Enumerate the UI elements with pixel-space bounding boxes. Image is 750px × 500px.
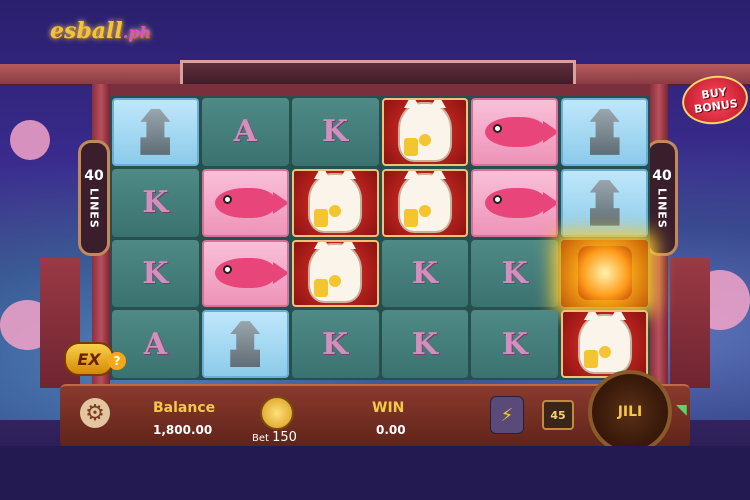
extra-bet-button[interactable]: EX bbox=[64, 342, 114, 376]
koi-fish-icon bbox=[484, 116, 557, 147]
symbol-lantern bbox=[112, 98, 199, 166]
symbol-lucky-cat bbox=[291, 168, 379, 237]
koi-fish-icon bbox=[484, 187, 557, 218]
settings-gear-icon[interactable]: ⚙ bbox=[80, 398, 110, 428]
turbo-lightning-icon[interactable]: ⚡ bbox=[490, 396, 524, 434]
bet-coins-button[interactable] bbox=[260, 396, 294, 430]
symbol-k: K bbox=[112, 168, 199, 237]
symbol-lantern bbox=[561, 98, 648, 166]
symbol-k: K bbox=[471, 310, 559, 378]
symbol-koi-fish bbox=[471, 168, 559, 237]
lucky-cat-icon bbox=[397, 99, 452, 162]
symbol-lucky-cat bbox=[381, 168, 469, 237]
symbol-a: A bbox=[201, 98, 289, 166]
symbol-koi-fish bbox=[201, 239, 289, 308]
lucky-cat-icon bbox=[308, 241, 363, 304]
symbol-lucky-cat bbox=[291, 239, 379, 308]
lucky-cat-icon bbox=[308, 170, 363, 233]
lines-indicator-right: 40 LINES bbox=[646, 140, 678, 256]
lucky-cat-icon bbox=[397, 170, 452, 233]
lantern-icon bbox=[589, 108, 620, 155]
symbol-lantern bbox=[201, 310, 289, 378]
symbol-k: K bbox=[112, 239, 199, 308]
symbol-k: K bbox=[381, 239, 469, 308]
symbol-lucky-cat bbox=[381, 98, 469, 166]
lantern-icon bbox=[140, 108, 171, 155]
symbol-k: K bbox=[291, 98, 379, 166]
symbol-a: A bbox=[112, 310, 199, 378]
win-label: WIN bbox=[372, 400, 405, 416]
bet-display: Bet 150 bbox=[252, 430, 297, 445]
bet-level-button[interactable]: 45 bbox=[542, 400, 574, 430]
wifi-signal-icon: ◥ bbox=[676, 402, 687, 418]
symbol-koi-fish bbox=[471, 98, 559, 166]
balance-label: Balance bbox=[153, 400, 216, 416]
win-value: 0.00 bbox=[376, 423, 406, 437]
torii-lower-beam bbox=[96, 84, 656, 96]
right-lantern-post bbox=[670, 258, 710, 388]
lines-indicator-left: 40 LINES bbox=[78, 140, 110, 256]
lucky-cat-icon bbox=[577, 312, 632, 375]
extra-bet-help-icon[interactable]: ? bbox=[108, 352, 126, 370]
koi-fish-icon bbox=[215, 187, 287, 218]
symbol-k: K bbox=[291, 310, 379, 378]
torii-center-plaque bbox=[180, 60, 576, 87]
lantern-icon bbox=[230, 321, 261, 368]
spin-button[interactable]: JILI bbox=[588, 370, 672, 454]
symbol-koi-fish bbox=[201, 168, 289, 237]
symbol-k: K bbox=[471, 239, 559, 308]
symbol-lucky-cat bbox=[561, 310, 648, 378]
balance-value: 1,800.00 bbox=[153, 423, 213, 437]
blossom-decoration bbox=[10, 120, 50, 160]
symbol-k: K bbox=[381, 310, 469, 378]
brand-logo: esball.ph bbox=[50, 18, 152, 44]
golden-orb-icon bbox=[577, 246, 632, 301]
symbol-golden-orb bbox=[561, 239, 648, 308]
symbol-lantern bbox=[561, 168, 648, 237]
koi-fish-icon bbox=[215, 258, 287, 289]
reel-grid: AKKKKKAKKK bbox=[110, 96, 650, 380]
footer-band bbox=[0, 446, 750, 500]
lantern-icon bbox=[589, 179, 620, 226]
